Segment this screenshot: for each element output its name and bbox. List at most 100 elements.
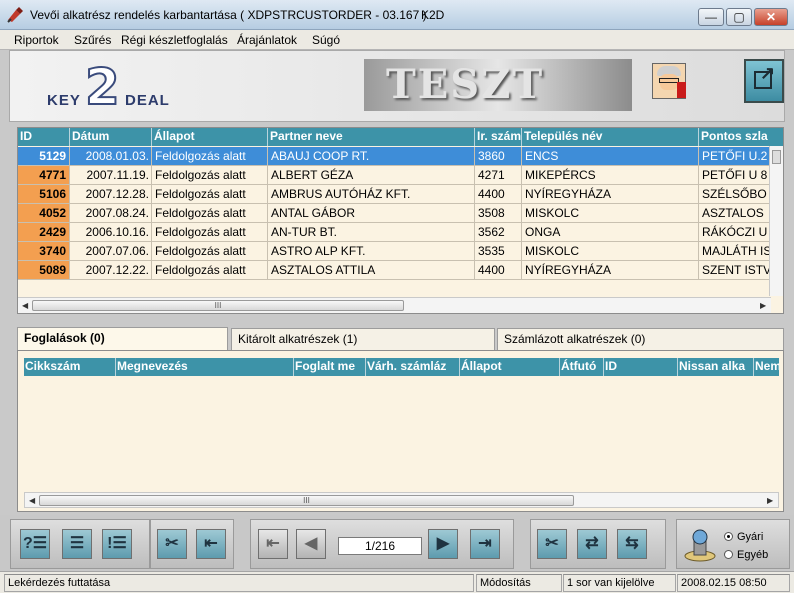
cell-city: MIKEPÉRCS <box>522 166 699 185</box>
swap-button[interactable]: ⇄ <box>577 529 607 559</box>
reservations-table[interactable]: Cikkszám Megnevezés Foglalt me Várh. szá… <box>17 350 784 512</box>
status-mode: Módosítás <box>476 574 562 592</box>
reservations-table-header: Cikkszám Megnevezés Foglalt me Várh. szá… <box>24 358 779 376</box>
status-bar: Lekérdezés futtatása Módosítás 1 sor van… <box>0 571 794 593</box>
table-row[interactable]: 4771 2007.11.19. Feldolgozás alatt ALBER… <box>18 166 778 185</box>
tools-button[interactable]: ✂ <box>157 529 187 559</box>
col-varh-szamlaz[interactable]: Várh. számláz <box>366 358 460 376</box>
menu-sugo[interactable]: Súgó <box>312 33 340 47</box>
menu-bar: Riportok Szűrés Régi készletfoglalás Ára… <box>0 30 794 50</box>
cell-zip: 3508 <box>475 204 522 223</box>
tab-szamlazott-alkatreszek[interactable]: Számlázott alkatrészek (0) <box>497 328 784 350</box>
cell-city: ONGA <box>522 223 699 242</box>
col-datum[interactable]: Dátum <box>70 128 152 146</box>
col-nem[interactable]: Nem <box>754 358 779 376</box>
cell-date: 2006.10.16. <box>70 223 152 242</box>
cell-partner: ASZTALOS ATTILA <box>268 261 475 280</box>
col-allapot[interactable]: Állapot <box>152 128 268 146</box>
menu-regi-keszletfoglalas[interactable]: Régi készletfoglalás <box>121 33 228 47</box>
col-atfuto[interactable]: Átfutó <box>560 358 604 376</box>
table-row[interactable]: 5129 2008.01.03. Feldolgozás alatt ABAUJ… <box>18 147 778 166</box>
cell-address: PETŐFI U.2 <box>699 147 778 166</box>
environment-banner: TESZT <box>364 59 632 111</box>
title-bar: Vevői alkatrész rendelés karbantartása (… <box>0 0 794 30</box>
previous-record-button[interactable]: ◀ <box>296 529 326 559</box>
orders-horizontal-scrollbar[interactable]: ◀ III ▶ <box>18 297 771 313</box>
col-id[interactable]: ID <box>18 128 70 146</box>
scroll-thumb[interactable]: III <box>32 300 404 311</box>
tab-foglalasok[interactable]: Foglalások (0) <box>17 327 228 351</box>
scroll-thumb[interactable]: III <box>39 495 574 506</box>
radio-gyari[interactable]: Gyári <box>724 531 763 543</box>
radio-egyeb-label: Egyéb <box>737 549 769 561</box>
radio-gyari-dot[interactable] <box>724 532 733 541</box>
table-row[interactable]: 4052 2007.08.24. Feldolgozás alatt ANTAL… <box>18 204 778 223</box>
help-list-button[interactable]: ?☰ <box>20 529 50 559</box>
cell-date: 2007.12.28. <box>70 185 152 204</box>
user-avatar-icon[interactable] <box>652 63 686 99</box>
radio-egyeb-dot[interactable] <box>724 550 733 559</box>
cell-id: 4771 <box>18 166 70 185</box>
close-button[interactable]: ✕ <box>754 8 788 26</box>
orders-table[interactable]: ID Dátum Állapot Partner neve Ir. szám T… <box>17 127 784 314</box>
cell-status: Feldolgozás alatt <box>152 185 268 204</box>
col-foglalt-me[interactable]: Foglalt me <box>294 358 366 376</box>
cut-button[interactable]: ✂ <box>537 529 567 559</box>
status-selection: 1 sor van kijelölve <box>563 574 676 592</box>
window-app-code: K2D <box>421 8 445 22</box>
table-row[interactable]: 5089 2007.12.22. Feldolgozás alatt ASZTA… <box>18 261 778 280</box>
exit-icon[interactable]: ↗ <box>744 59 784 103</box>
cell-address: ASZTALOS <box>699 204 778 223</box>
col-ir-szam[interactable]: Ir. szám <box>475 128 522 146</box>
cell-zip: 4400 <box>475 185 522 204</box>
menu-szures[interactable]: Szűrés <box>74 33 111 47</box>
window-title: Vevői alkatrész rendelés karbantartása (… <box>30 8 427 22</box>
last-record-button[interactable]: ⇥ <box>470 529 500 559</box>
orders-table-header: ID Dátum Állapot Partner neve Ir. szám T… <box>18 128 783 146</box>
radio-egyeb[interactable]: Egyéb <box>724 549 768 561</box>
list-alert-button[interactable]: !☰ <box>102 529 132 559</box>
undo-button[interactable]: ⇤ <box>196 529 226 559</box>
maximize-button[interactable]: ▢ <box>726 8 752 26</box>
cell-zip: 3535 <box>475 242 522 261</box>
cell-status: Feldolgozás alatt <box>152 261 268 280</box>
cell-partner: ABAUJ COOP RT. <box>268 147 475 166</box>
menu-riportok[interactable]: Riportok <box>14 33 59 47</box>
cell-zip: 4271 <box>475 166 522 185</box>
table-row[interactable]: 3740 2007.07.06. Feldolgozás alatt ASTRO… <box>18 242 778 261</box>
col-telepules-nev[interactable]: Település név <box>522 128 699 146</box>
orders-vertical-scrollbar[interactable] <box>769 146 783 296</box>
col-partner-neve[interactable]: Partner neve <box>268 128 475 146</box>
stamp-icon[interactable] <box>682 529 718 563</box>
cell-date: 2008.01.03. <box>70 147 152 166</box>
cell-id: 5106 <box>18 185 70 204</box>
cell-address: MAJLÁTH IS <box>699 242 778 261</box>
status-message: Lekérdezés futtatása <box>4 574 474 592</box>
col-cikkszam[interactable]: Cikkszám <box>24 358 116 376</box>
record-counter: 1/216 <box>338 537 422 555</box>
list-view-button[interactable]: ☰ <box>62 529 92 559</box>
cell-id: 4052 <box>18 204 70 223</box>
col-nissan-alka[interactable]: Nissan alka <box>678 358 754 376</box>
cell-id: 5129 <box>18 147 70 166</box>
cell-city: NYÍREGYHÁZA <box>522 185 699 204</box>
table-row[interactable]: 5106 2007.12.28. Feldolgozás alatt AMBRU… <box>18 185 778 204</box>
transfer-button[interactable]: ⇆ <box>617 529 647 559</box>
col-id-detail[interactable]: ID <box>604 358 678 376</box>
cell-status: Feldolgozás alatt <box>152 223 268 242</box>
tab-kitarolt-alkatreszek[interactable]: Kitárolt alkatrészek (1) <box>231 328 495 350</box>
next-record-button[interactable]: ▶ <box>428 529 458 559</box>
menu-arajanlatok[interactable]: Árajánlatok <box>237 33 297 47</box>
col-pontos-szla[interactable]: Pontos szla <box>699 128 783 146</box>
cell-address: RÁKÓCZI U <box>699 223 778 242</box>
cell-partner: ALBERT GÉZA <box>268 166 475 185</box>
col-allapot-detail[interactable]: Állapot <box>460 358 560 376</box>
first-record-button[interactable]: ⇤ <box>258 529 288 559</box>
cell-city: ENCS <box>522 147 699 166</box>
col-megnevezes[interactable]: Megnevezés <box>116 358 294 376</box>
table-row[interactable]: 2429 2006.10.16. Feldolgozás alatt AN-TU… <box>18 223 778 242</box>
cell-city: MISKOLC <box>522 242 699 261</box>
minimize-button[interactable]: — <box>698 8 724 26</box>
reservations-horizontal-scrollbar[interactable]: ◀ III ▶ <box>24 492 779 508</box>
cell-partner: ASTRO ALP KFT. <box>268 242 475 261</box>
